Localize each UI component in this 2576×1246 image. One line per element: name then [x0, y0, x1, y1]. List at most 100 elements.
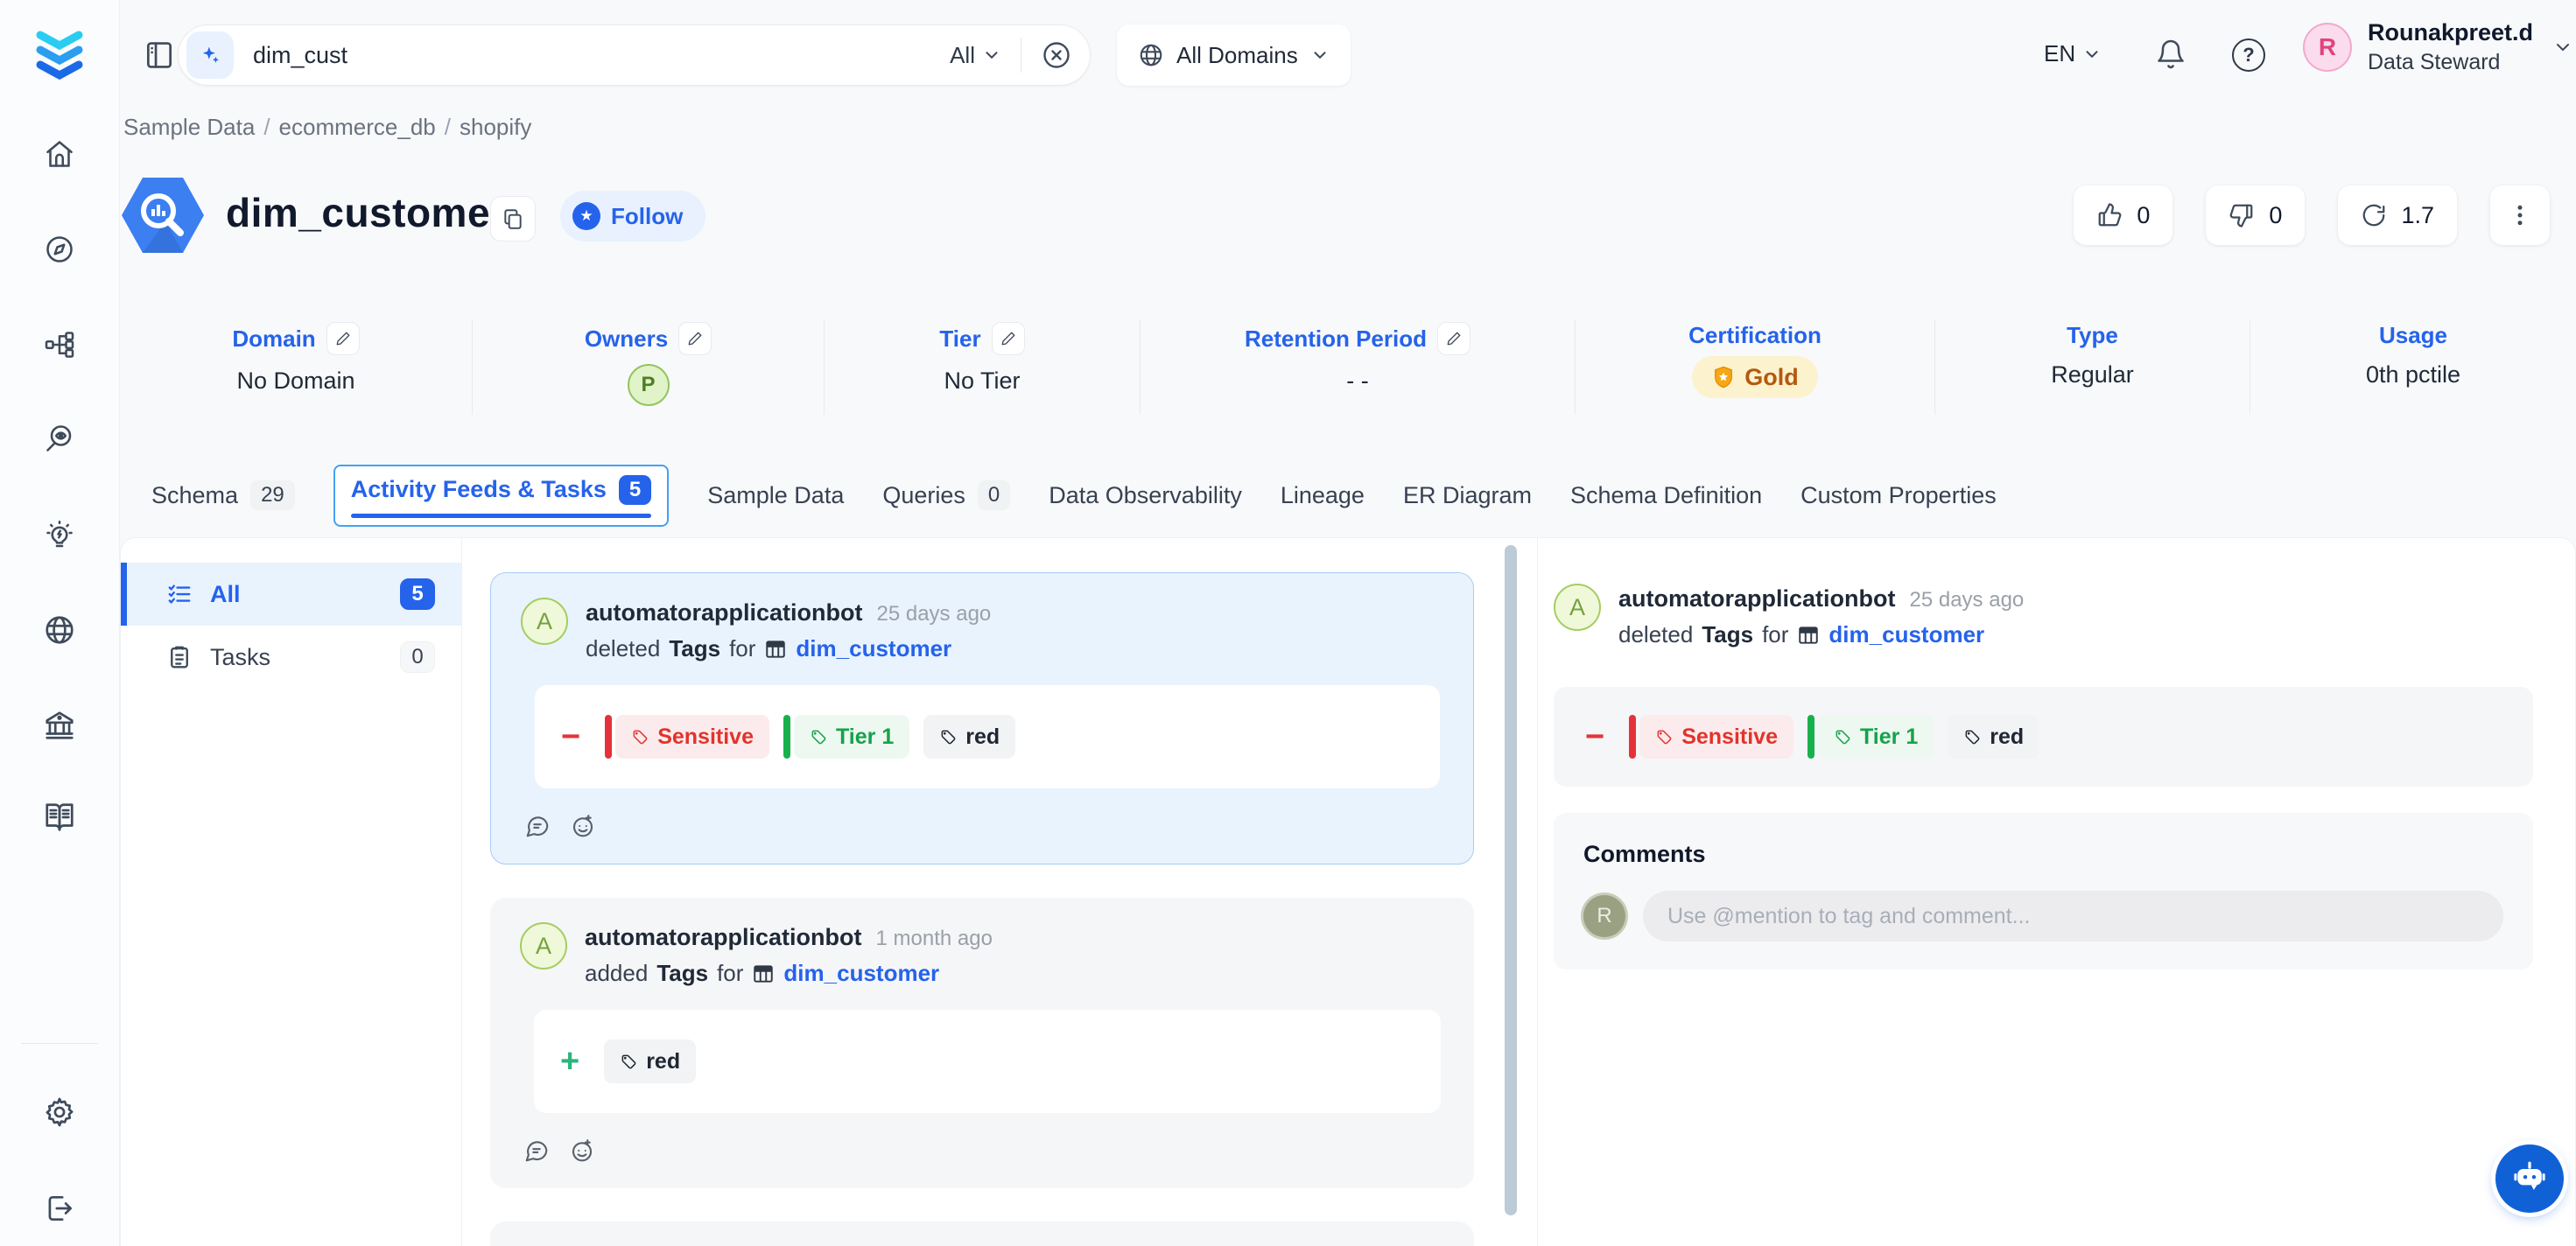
chat-widget-button[interactable] [2495, 1144, 2564, 1213]
search-scope-dropdown[interactable]: All [950, 42, 1001, 69]
detail-timestamp: 25 days ago [1910, 588, 2025, 612]
ai-sparkle-icon [186, 32, 234, 79]
more-options-button[interactable] [2490, 186, 2550, 245]
tab-data-observability[interactable]: Data Observability [1049, 482, 1242, 509]
tag-icon [939, 728, 957, 746]
tag-red[interactable]: red [923, 715, 1015, 759]
insights-bulb-icon[interactable] [44, 520, 75, 551]
edit-owners-icon[interactable] [678, 322, 712, 355]
edit-domain-icon[interactable] [326, 322, 360, 355]
edit-retention-icon[interactable] [1437, 322, 1470, 355]
language-selector[interactable]: EN [2044, 40, 2102, 67]
entity-link[interactable]: dim_customer [1828, 621, 1984, 648]
search-input[interactable] [253, 42, 950, 69]
thumbs-down-icon [2229, 202, 2255, 228]
global-search-bar[interactable]: All [178, 24, 1091, 86]
comment-input[interactable] [1643, 891, 2503, 942]
edit-tier-icon[interactable] [992, 322, 1025, 355]
clipboard-icon [166, 644, 193, 670]
tag-tier-1[interactable]: Tier 1 [1807, 715, 1934, 759]
user-avatar: R [2303, 23, 2352, 72]
downvote-button[interactable]: 0 [2206, 186, 2305, 245]
version-history-icon [2361, 202, 2387, 228]
meta-type: Type Regular [1935, 320, 2250, 415]
lineage-flow-icon[interactable] [44, 329, 75, 360]
owner-avatar[interactable]: P [628, 364, 670, 406]
star-icon: ★ [572, 202, 600, 230]
feed-card-added-tags[interactable]: A automatorapplicationbot 1 month ago ad… [490, 898, 1474, 1188]
detail-author: automatorapplicationbot [1618, 585, 1896, 612]
feed-scrollbar[interactable] [1505, 545, 1517, 1215]
activity-feed-list: A automatorapplicationbot 25 days ago de… [490, 572, 1474, 1246]
chevron-down-icon [2552, 37, 2573, 58]
follow-button[interactable]: ★ Follow [560, 191, 705, 242]
explore-compass-icon[interactable] [44, 234, 75, 265]
copy-name-button[interactable] [490, 196, 536, 242]
metadata-strip: Domain No Domain Owners P Tier No Tier R… [120, 320, 2576, 415]
tag-red[interactable]: red [1948, 715, 2039, 759]
meta-domain: Domain No Domain [120, 320, 473, 415]
app-logo[interactable] [28, 21, 91, 84]
entity-tabs: Schema 29 Activity Feeds & Tasks 5 Sampl… [151, 462, 1997, 528]
globe-icon [1138, 42, 1164, 68]
tab-custom-properties[interactable]: Custom Properties [1800, 482, 1997, 509]
breadcrumb-database[interactable]: ecommerce_db [279, 114, 436, 140]
clear-search-icon[interactable] [1041, 39, 1072, 71]
thumbs-up-icon [2096, 202, 2123, 228]
table-icon [764, 638, 787, 661]
reply-comment-icon[interactable] [524, 813, 551, 839]
chevron-down-icon [982, 46, 1001, 65]
entity-link[interactable]: dim_customer [783, 960, 939, 987]
comments-title: Comments [1583, 841, 2503, 868]
domains-globe-icon[interactable] [43, 613, 76, 647]
user-menu[interactable]: R Rounakpreet.d Data Steward [2303, 19, 2573, 75]
sidebar-toggle-icon[interactable] [143, 38, 176, 72]
tag-icon [1834, 728, 1851, 746]
tag-sensitive[interactable]: Sensitive [1629, 715, 1793, 759]
notifications-bell-icon[interactable] [2155, 38, 2186, 70]
gold-medal-icon [1711, 365, 1736, 389]
tab-lineage[interactable]: Lineage [1281, 482, 1365, 509]
logout-icon[interactable] [43, 1192, 76, 1225]
meta-tier: Tier No Tier [825, 320, 1141, 415]
tag-tier-1[interactable]: Tier 1 [783, 715, 909, 759]
entity-actions: 0 0 1.7 [2074, 186, 2550, 245]
panel-divider [1537, 538, 1538, 1246]
feed-filter-all[interactable]: All 5 [121, 563, 461, 626]
settings-gear-icon[interactable] [43, 1096, 76, 1129]
tag-sensitive[interactable]: Sensitive [605, 715, 769, 759]
tab-queries[interactable]: Queries 0 [882, 480, 1010, 510]
entity-link[interactable]: dim_customer [796, 635, 951, 662]
breadcrumb-service[interactable]: Sample Data [123, 114, 255, 140]
version-button[interactable]: 1.7 [2338, 186, 2457, 245]
feed-timestamp: 25 days ago [877, 602, 992, 626]
tab-schema[interactable]: Schema 29 [151, 480, 295, 510]
tab-er-diagram[interactable]: ER Diagram [1403, 482, 1532, 509]
feed-card-partial[interactable]: A automatorapplicationbot [490, 1222, 1474, 1246]
top-bar: All All Domains EN ? R Rounakpreet.d Dat… [120, 0, 2576, 112]
upvote-button[interactable]: 0 [2074, 186, 2172, 245]
tag-icon [810, 728, 827, 746]
tag-icon [620, 1053, 637, 1070]
home-icon[interactable] [44, 138, 75, 170]
observability-icon[interactable] [44, 423, 75, 454]
tab-activity-feeds[interactable]: Activity Feeds & Tasks 5 [333, 465, 669, 527]
chevron-down-icon [1310, 46, 1330, 65]
gold-certification-badge: Gold [1692, 356, 1818, 398]
reply-comment-icon[interactable] [523, 1138, 550, 1164]
govern-bank-icon[interactable] [43, 709, 76, 742]
tab-schema-definition[interactable]: Schema Definition [1570, 482, 1762, 509]
glossary-book-icon[interactable] [43, 801, 76, 834]
tag-red[interactable]: red [604, 1040, 696, 1083]
help-icon[interactable]: ? [2232, 38, 2265, 72]
breadcrumb-schema[interactable]: shopify [460, 114, 531, 140]
meta-usage: Usage 0th pctile [2250, 320, 2576, 415]
feed-filter-nav: All 5 Tasks 0 [121, 538, 462, 1246]
tab-sample-data[interactable]: Sample Data [707, 482, 844, 509]
feed-filter-tasks[interactable]: Tasks 0 [121, 626, 461, 689]
tag-icon [631, 728, 649, 746]
all-domains-dropdown[interactable]: All Domains [1117, 24, 1351, 86]
add-reaction-icon[interactable] [569, 1138, 595, 1164]
add-reaction-icon[interactable] [570, 813, 596, 839]
feed-card-deleted-tags[interactable]: A automatorapplicationbot 25 days ago de… [490, 572, 1474, 864]
